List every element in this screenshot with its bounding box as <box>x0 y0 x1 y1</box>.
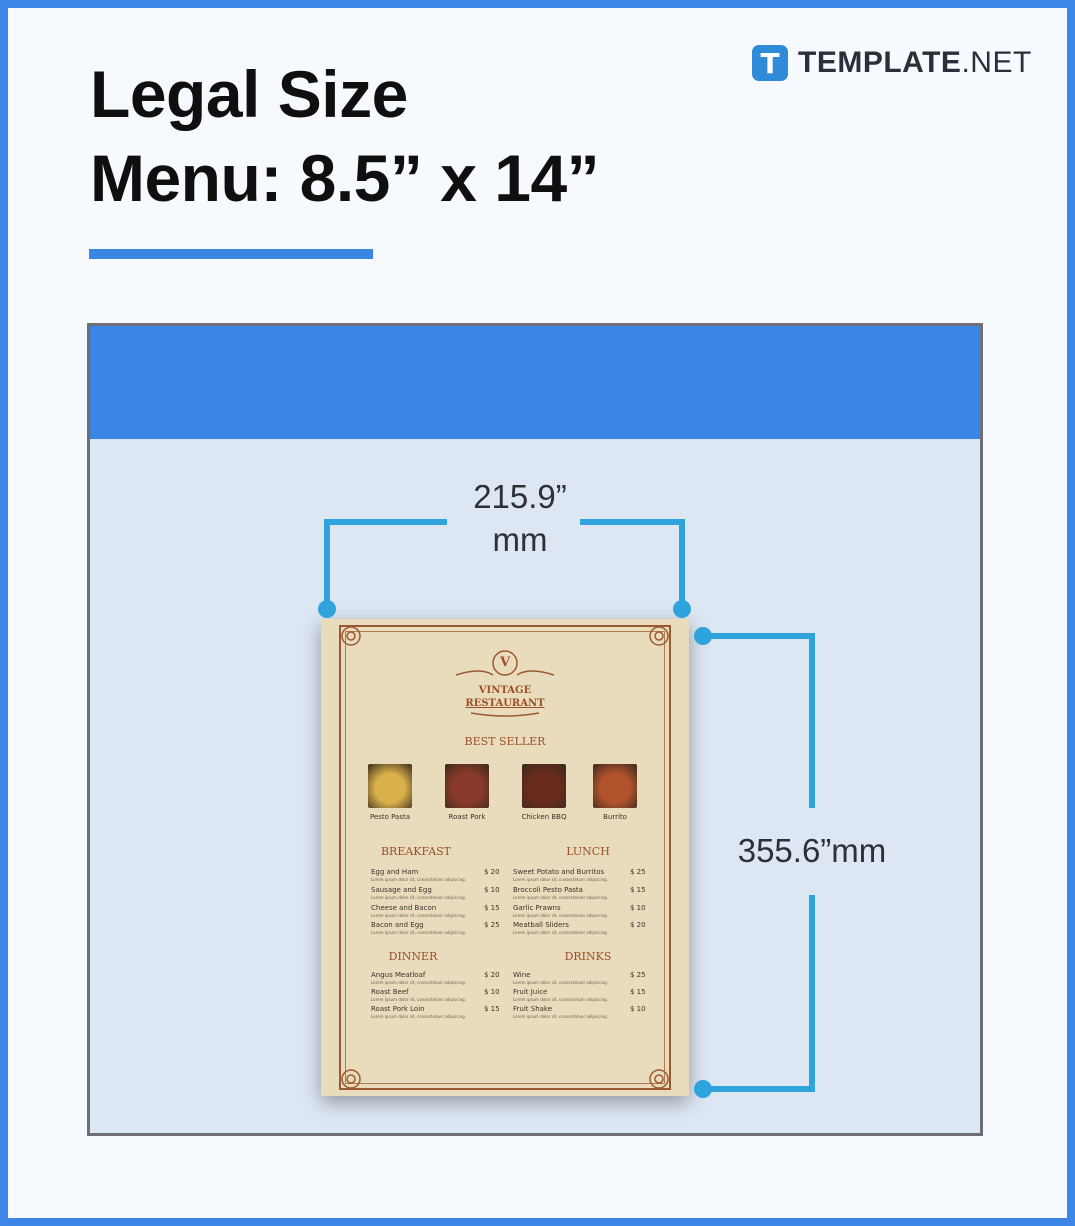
height-dimension-label: 355.6”mm <box>737 832 887 869</box>
best-seller-name: Roast Pork <box>448 813 486 821</box>
logo-brand-suffix: .NET <box>961 46 1032 79</box>
menu-item-description: Lorem ipsum dolor sit, consectetuer adip… <box>513 980 608 985</box>
page-title: Legal Size Menu: 8.5” x 14” <box>90 52 600 220</box>
menu-item-price: $ 15 <box>484 904 500 912</box>
menu-item-name: Sweet Potato and Burritos <box>513 868 605 876</box>
menu-item-price: $ 20 <box>630 921 646 929</box>
title-line-2: Menu: 8.5” x 14” <box>90 141 600 215</box>
menu-item-description: Lorem ipsum dolor sit, consectetuer adip… <box>371 913 466 918</box>
best-seller-name: Burrito <box>603 813 627 821</box>
title-line-1: Legal Size <box>90 57 408 131</box>
menu-section-heading: LUNCH <box>566 845 610 858</box>
menu-item-price: $ 15 <box>630 988 646 996</box>
logo-brand-bold: TEMPLATE <box>798 46 962 79</box>
menu-item-price: $ 20 <box>484 868 500 876</box>
menu-item-description: Lorem ipsum dolor sit, consectetuer adip… <box>371 930 466 935</box>
menu-item-name: Fruit Shake <box>513 1005 553 1013</box>
panel-header-bar <box>90 326 980 439</box>
menu-item-price: $ 10 <box>630 1005 646 1013</box>
menu-item-price: $ 15 <box>630 886 646 894</box>
menu-item-description: Lorem ipsum dolor sit, consectetuer adip… <box>371 980 466 985</box>
menu-item-name: Roast Beef <box>371 988 409 996</box>
logo-wordmark: TEMPLATE.NET <box>798 46 1032 80</box>
best-seller-photo <box>522 764 566 808</box>
best-seller-photo <box>593 764 637 808</box>
menu-item-name: Garlic Prawns <box>513 904 561 912</box>
best-seller-photo <box>445 764 489 808</box>
menu-item-description: Lorem ipsum dolor sit, consectetuer adip… <box>371 877 466 882</box>
template-net-logo: T TEMPLATE.NET <box>752 44 1032 82</box>
width-dimension-unit: mm <box>492 521 548 558</box>
menu-item-description: Lorem ipsum dolor sit, consectetuer adip… <box>513 877 608 882</box>
menu-restaurant-line-1: VINTAGE <box>478 685 532 696</box>
title-underline <box>89 249 373 259</box>
menu-item-name: Meatball Sliders <box>513 921 569 929</box>
menu-section-heading: BREAKFAST <box>380 845 452 858</box>
menu-item-name: Egg and Ham <box>371 868 419 876</box>
menu-item-price: $ 10 <box>630 904 646 912</box>
menu-item-name: Wine <box>513 971 531 979</box>
menu-item-description: Lorem ipsum dolor sit, consectetuer adip… <box>371 997 466 1002</box>
menu-monogram: V <box>499 655 511 670</box>
menu-item-price: $ 10 <box>484 988 500 996</box>
width-dimension-value: 215.9” <box>473 478 567 515</box>
menu-item-name: Fruit Juice <box>513 988 548 996</box>
menu-best-seller-heading: BEST SELLER <box>464 735 546 748</box>
menu-item-name: Cheese and Bacon <box>371 904 437 912</box>
menu-item-description: Lorem ipsum dolor sit, consectetuer adip… <box>513 997 608 1002</box>
menu-section-heading: DRINKS <box>564 950 612 963</box>
menu-item-name: Angus Meatloaf <box>371 971 426 979</box>
menu-item-name: Bacon and Egg <box>371 921 424 929</box>
menu-item-description: Lorem ipsum dolor sit, consectetuer adip… <box>371 895 466 900</box>
menu-item-price: $ 10 <box>484 886 500 894</box>
template-logo-icon: T <box>752 45 788 81</box>
menu-item-price: $ 15 <box>484 1005 500 1013</box>
menu-item-name: Roast Pork Loin <box>371 1005 425 1013</box>
menu-item-price: $ 25 <box>484 921 500 929</box>
menu-restaurant-line-2: RESTAURANT <box>465 698 545 709</box>
menu-section-heading: DINNER <box>388 950 438 963</box>
menu-item-description: Lorem ipsum dolor sit, consectetuer adip… <box>513 895 608 900</box>
menu-item-description: Lorem ipsum dolor sit, consectetuer adip… <box>513 930 608 935</box>
menu-item-name: Broccoli Pesto Pasta <box>513 886 583 894</box>
menu-item-description: Lorem ipsum dolor sit, consectetuer adip… <box>371 1014 466 1019</box>
menu-item-name: Sausage and Egg <box>371 886 432 894</box>
menu-item-price: $ 25 <box>630 971 646 979</box>
menu-item-description: Lorem ipsum dolor sit, consectetuer adip… <box>513 1014 608 1019</box>
best-seller-photo <box>368 764 412 808</box>
menu-sample: V VINTAGE RESTAURANT BEST SELLER Pesto P… <box>321 619 689 1096</box>
best-seller-name: Pesto Pasta <box>369 813 411 821</box>
menu-item-price: $ 25 <box>630 868 646 876</box>
menu-item-price: $ 20 <box>484 971 500 979</box>
menu-item-description: Lorem ipsum dolor sit, consectetuer adip… <box>513 913 608 918</box>
best-seller-name: Chicken BBQ <box>521 813 567 821</box>
